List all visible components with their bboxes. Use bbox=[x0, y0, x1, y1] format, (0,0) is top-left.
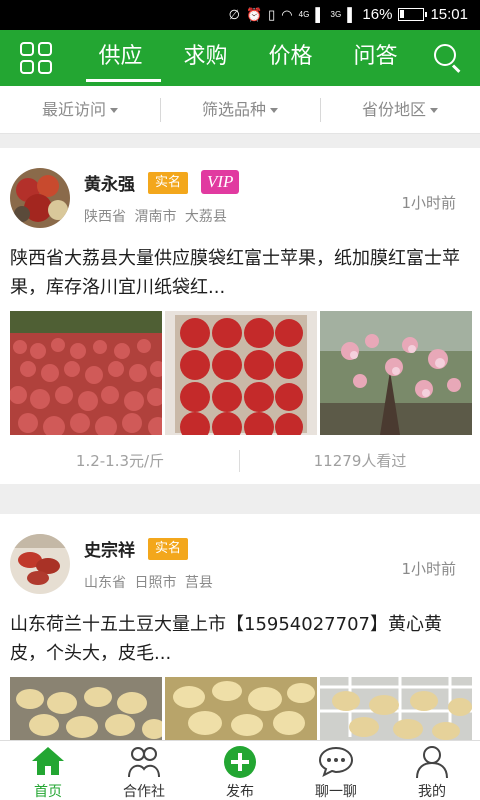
publish-plus-icon bbox=[224, 746, 256, 778]
nav-publish-label: 发布 bbox=[226, 784, 254, 800]
post-time: 1小时前 bbox=[401, 194, 456, 212]
tab-purchase[interactable]: 求购 bbox=[163, 30, 248, 86]
photo-apples-box[interactable] bbox=[165, 311, 317, 435]
signal-4g-label: 4G bbox=[298, 9, 310, 19]
signal-3g-label: 3G bbox=[330, 9, 342, 19]
chevron-down-icon bbox=[110, 108, 118, 113]
cooperative-icon bbox=[128, 747, 160, 778]
status-bar: ∅ ⏰ ▯ ◠ 4G ▌ 3G ▌ 16% 15:01 bbox=[0, 0, 480, 30]
search-icon[interactable] bbox=[434, 44, 462, 73]
nav-cooperative[interactable]: 合作社 bbox=[96, 741, 192, 800]
nav-home[interactable]: 首页 bbox=[0, 741, 96, 800]
filter-variety[interactable]: 筛选品种 bbox=[160, 86, 320, 133]
tab-supply[interactable]: 供应 bbox=[78, 30, 163, 86]
alarm-icon: ⏰ bbox=[245, 6, 263, 22]
signal-bars-icon: ▌ bbox=[347, 6, 357, 22]
filter-recent-visits[interactable]: 最近访问 bbox=[0, 86, 160, 133]
nav-publish[interactable]: 发布 bbox=[192, 741, 288, 800]
battery-percent: 16% bbox=[362, 6, 393, 23]
photo-apples-heap[interactable] bbox=[10, 311, 162, 435]
chat-icon bbox=[318, 746, 354, 777]
nav-chat-label: 聊一聊 bbox=[315, 784, 357, 800]
tab-qa[interactable]: 问答 bbox=[333, 30, 418, 86]
user-name[interactable]: 黄永强 bbox=[84, 170, 135, 195]
post-location: 陕西省 渭南市 大荔县 bbox=[84, 209, 227, 225]
grid-icon[interactable] bbox=[20, 42, 54, 76]
user-icon bbox=[416, 746, 448, 779]
supply-post-card[interactable]: 史宗祥 实名 山东省 日照市 莒县 1小时前 山东荷兰十五土豆大量上市【1595… bbox=[0, 514, 480, 754]
signal-bars-icon: ▌ bbox=[315, 6, 325, 22]
post-location: 山东省 日照市 莒县 bbox=[84, 575, 213, 591]
nav-home-label: 首页 bbox=[34, 784, 62, 800]
verified-badge: 实名 bbox=[148, 172, 189, 194]
home-icon bbox=[32, 747, 64, 775]
nav-mine[interactable]: 我的 bbox=[384, 741, 480, 800]
vip-badge: VIP bbox=[201, 170, 240, 194]
post-description[interactable]: 山东荷兰十五土豆大量上市【15954027707】黄心黄皮，个头大，皮毛... bbox=[10, 610, 470, 668]
post-time: 1小时前 bbox=[401, 560, 456, 578]
post-stats: 1.2-1.3元/斤 11279人看过 bbox=[0, 446, 480, 476]
top-navigation-bar: 供应 求购 价格 问答 bbox=[0, 30, 480, 86]
clock: 15:01 bbox=[430, 6, 468, 23]
filter-label: 筛选品种 bbox=[201, 100, 266, 119]
photo-apple-blossom[interactable] bbox=[320, 311, 472, 435]
battery-icon bbox=[398, 8, 428, 21]
wifi-icon: ◠ bbox=[281, 6, 293, 22]
price-range: 1.2-1.3元/斤 bbox=[75, 452, 165, 470]
category-tabs: 供应 求购 价格 问答 bbox=[78, 30, 418, 86]
user-name[interactable]: 史宗祥 bbox=[84, 536, 135, 561]
photo-gallery bbox=[10, 311, 472, 435]
supply-post-card[interactable]: 黄永强 实名 VIP 陕西省 渭南市 大荔县 1小时前 陕西省大荔县大量供应膜袋… bbox=[0, 148, 480, 484]
post-description[interactable]: 陕西省大荔县大量供应膜袋红富士苹果，纸加膜红富士苹果，库存洛川宜川纸袋红... bbox=[10, 244, 470, 302]
nav-chat[interactable]: 聊一聊 bbox=[288, 741, 384, 800]
filter-label: 省份地区 bbox=[361, 100, 426, 119]
view-count: 11279人看过 bbox=[313, 452, 407, 470]
avatar[interactable] bbox=[10, 168, 70, 228]
mute-icon: ∅ bbox=[228, 6, 240, 22]
filter-label: 最近访问 bbox=[41, 100, 106, 119]
verified-badge: 实名 bbox=[148, 538, 189, 560]
nav-mine-label: 我的 bbox=[418, 784, 446, 800]
chevron-down-icon bbox=[270, 108, 278, 113]
filter-region[interactable]: 省份地区 bbox=[320, 86, 480, 133]
nav-cooperative-label: 合作社 bbox=[123, 784, 165, 800]
tab-price[interactable]: 价格 bbox=[248, 30, 333, 86]
bottom-navigation: 首页 合作社 发布 聊一聊 我的 bbox=[0, 740, 480, 800]
avatar[interactable] bbox=[10, 534, 70, 594]
vibrate-icon: ▯ bbox=[268, 6, 276, 22]
filter-bar: 最近访问 筛选品种 省份地区 bbox=[0, 86, 480, 134]
chevron-down-icon bbox=[430, 108, 438, 113]
